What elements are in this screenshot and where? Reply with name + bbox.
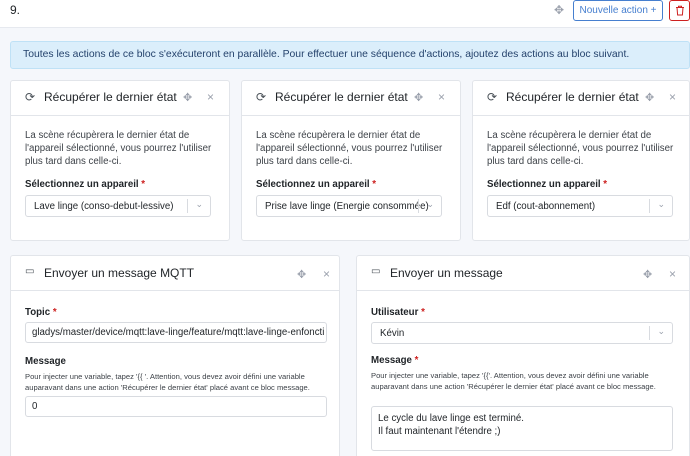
message-input[interactable]: 0	[25, 396, 327, 417]
device-select-value: Prise lave linge (Energie consommée)	[265, 201, 429, 212]
close-icon[interactable]: ×	[438, 90, 445, 104]
card-title: Récupérer le dernier état	[275, 90, 408, 104]
delete-step-button[interactable]	[669, 0, 690, 21]
trash-icon	[675, 5, 684, 16]
message-line: Il faut maintenant l'étendre ;)	[378, 426, 501, 437]
get-last-state-card-2: ⟳ Récupérer le dernier état ✥ × La scène…	[241, 80, 461, 241]
device-label: Sélectionnez un appareil *	[487, 179, 608, 190]
topic-label: Topic *	[25, 307, 57, 318]
card-header: ⟳ Récupérer le dernier état ✥ ×	[11, 81, 229, 116]
chevron-down-icon: ⌄	[657, 199, 665, 209]
card-header: ▭ Envoyer un message ✥ ×	[357, 256, 689, 291]
refresh-icon: ⟳	[256, 90, 267, 104]
step-number: 9.	[10, 3, 21, 17]
send-mqtt-message-card: ▭ Envoyer un message MQTT ✥ × Topic * gl…	[10, 255, 340, 456]
move-icon[interactable]: ✥	[554, 3, 564, 17]
user-select[interactable]: Kévin ⌄	[371, 322, 673, 344]
send-message-card: ▭ Envoyer un message ✥ × Utilisateur * K…	[356, 255, 690, 456]
device-select[interactable]: Lave linge (conso-debut-lessive) ⌄	[25, 195, 211, 217]
card-title: Récupérer le dernier état	[44, 90, 177, 104]
card-title: Récupérer le dernier état	[506, 90, 639, 104]
card-header: ⟳ Récupérer le dernier état ✥ ×	[473, 81, 689, 116]
message-value: 0	[32, 401, 38, 412]
card-title: Envoyer un message	[390, 266, 503, 280]
chevron-down-icon: ⌄	[657, 326, 665, 336]
topic-value: gladys/master/device/mqtt:lave-linge/fea…	[32, 327, 325, 338]
new-action-label: Nouvelle action +	[579, 5, 657, 16]
message-line: Le cycle du lave linge est terminé.	[378, 413, 524, 424]
close-icon[interactable]: ×	[207, 90, 214, 104]
get-last-state-card-3: ⟳ Récupérer le dernier état ✥ × La scène…	[472, 80, 690, 241]
step-header: 9. ✥ Nouvelle action +	[0, 0, 690, 28]
message-icon: ▭	[371, 266, 381, 277]
alert-text: Toutes les actions de ce bloc s'exécuter…	[23, 49, 630, 60]
user-label: Utilisateur *	[371, 307, 425, 318]
close-icon[interactable]: ×	[669, 90, 676, 104]
refresh-icon: ⟳	[25, 90, 36, 104]
user-select-value: Kévin	[380, 328, 405, 339]
message-textarea[interactable]: Le cycle du lave linge est terminé. Il f…	[371, 406, 673, 451]
close-icon[interactable]: ×	[669, 267, 676, 281]
move-icon[interactable]: ✥	[183, 91, 192, 104]
device-label: Sélectionnez un appareil *	[25, 179, 146, 190]
card-header: ▭ Envoyer un message MQTT ✥ ×	[11, 256, 339, 291]
chevron-down-icon: ⌄	[195, 199, 203, 209]
card-description: La scène récupèrera le dernier état de l…	[487, 130, 674, 167]
message-label: Message	[25, 356, 66, 367]
card-description: La scène récupèrera le dernier état de l…	[256, 130, 443, 167]
topic-input[interactable]: gladys/master/device/mqtt:lave-linge/fea…	[25, 322, 327, 343]
message-help-text: Pour injecter une variable, tapez '{{ '.…	[25, 372, 310, 392]
card-header: ⟳ Récupérer le dernier état ✥ ×	[242, 81, 460, 116]
device-select-value: Lave linge (conso-debut-lessive)	[34, 201, 174, 212]
refresh-icon: ⟳	[487, 90, 498, 104]
get-last-state-card-1: ⟳ Récupérer le dernier état ✥ × La scène…	[10, 80, 230, 241]
device-label: Sélectionnez un appareil *	[256, 179, 377, 190]
parallel-info-alert: Toutes les actions de ce bloc s'exécuter…	[10, 41, 690, 69]
close-icon[interactable]: ×	[323, 267, 330, 281]
move-icon[interactable]: ✥	[645, 91, 654, 104]
move-icon[interactable]: ✥	[297, 268, 306, 281]
move-icon[interactable]: ✥	[414, 91, 423, 104]
message-help-text: Pour injecter une variable, tapez '{{'. …	[371, 371, 656, 391]
card-title: Envoyer un message MQTT	[44, 266, 195, 280]
message-icon: ▭	[25, 266, 35, 277]
message-label: Message *	[371, 355, 419, 366]
device-select[interactable]: Prise lave linge (Energie consommée) ⌄	[256, 195, 442, 217]
card-description: La scène récupèrera le dernier état de l…	[25, 130, 212, 167]
device-select[interactable]: Edf (cout-abonnement) ⌄	[487, 195, 673, 217]
move-icon[interactable]: ✥	[643, 268, 652, 281]
chevron-down-icon: ⌄	[426, 199, 434, 209]
device-select-value: Edf (cout-abonnement)	[496, 201, 596, 212]
new-action-button[interactable]: Nouvelle action +	[573, 0, 663, 21]
